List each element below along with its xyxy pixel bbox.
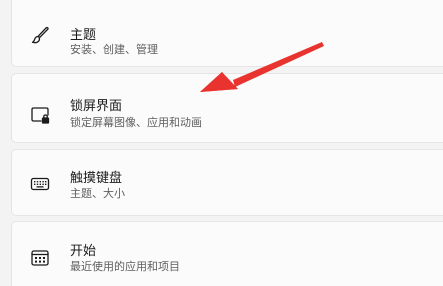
settings-item-subtitle: 最近使用的应用和项目 xyxy=(70,260,180,273)
settings-item-lock-screen[interactable]: 锁屏界面 锁定屏幕图像、应用和动画 xyxy=(11,73,443,143)
settings-item-title: 开始 xyxy=(70,244,97,259)
settings-item-subtitle: 主题、大小 xyxy=(70,187,125,200)
settings-item-subtitle: 安装、创建、管理 xyxy=(70,43,158,56)
keyboard-icon xyxy=(29,173,51,195)
lock-screen-icon xyxy=(29,104,51,126)
settings-item-themes[interactable]: 主题 安装、创建、管理 xyxy=(11,0,443,67)
personalization-settings-page: 主题 安装、创建、管理 锁屏界面 锁定屏幕图像、应用和动画 触摸键盘 主题、大小… xyxy=(0,0,443,286)
settings-item-title: 锁屏界面 xyxy=(70,99,123,114)
start-icon xyxy=(29,247,51,269)
settings-item-touch-keyboard[interactable]: 触摸键盘 主题、大小 xyxy=(11,149,443,216)
settings-item-title: 触摸键盘 xyxy=(70,171,123,186)
settings-item-start[interactable]: 开始 最近使用的应用和项目 xyxy=(11,221,443,286)
brush-icon xyxy=(29,24,51,46)
settings-item-subtitle: 锁定屏幕图像、应用和动画 xyxy=(70,116,202,129)
